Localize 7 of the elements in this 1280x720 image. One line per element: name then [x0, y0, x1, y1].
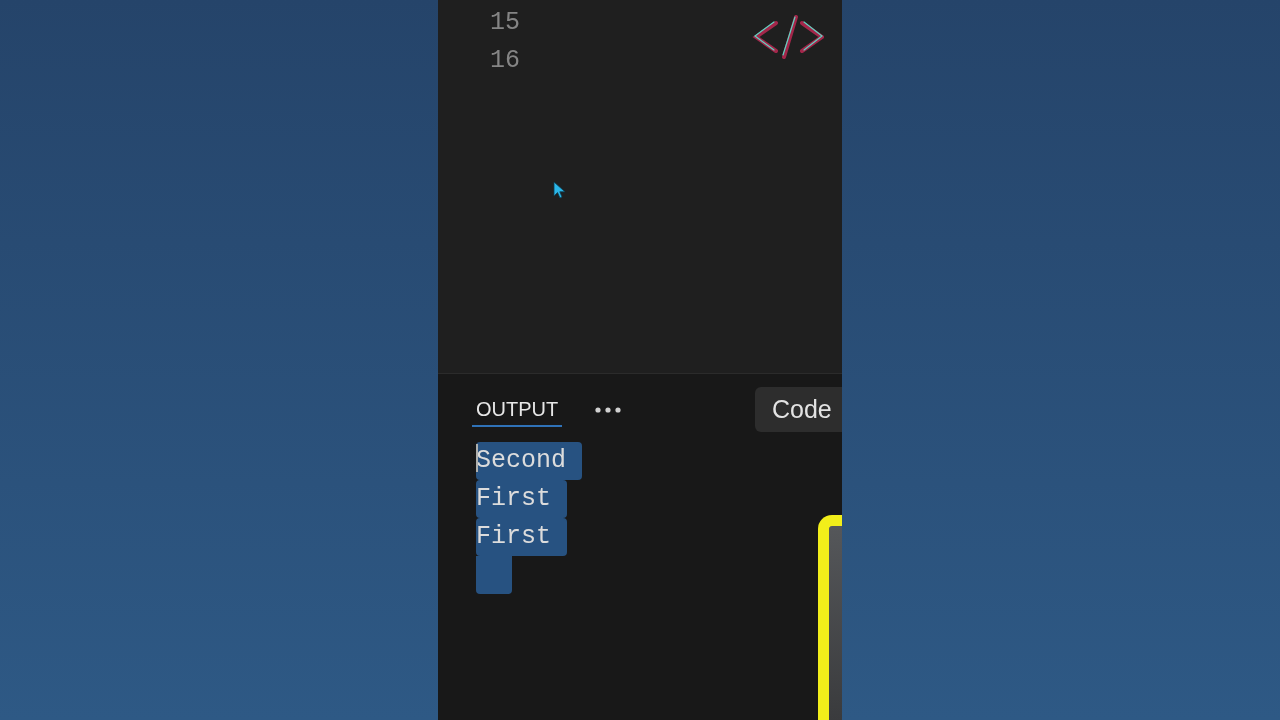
more-icon[interactable] [595, 406, 622, 413]
line-number: 15 [490, 7, 520, 39]
code-button[interactable]: Code [755, 387, 842, 432]
line-number: 16 [490, 45, 520, 77]
code-brackets-icon [752, 15, 824, 59]
output-tab[interactable]: OUTPUT [472, 392, 563, 427]
mouse-pointer-icon [553, 181, 566, 199]
